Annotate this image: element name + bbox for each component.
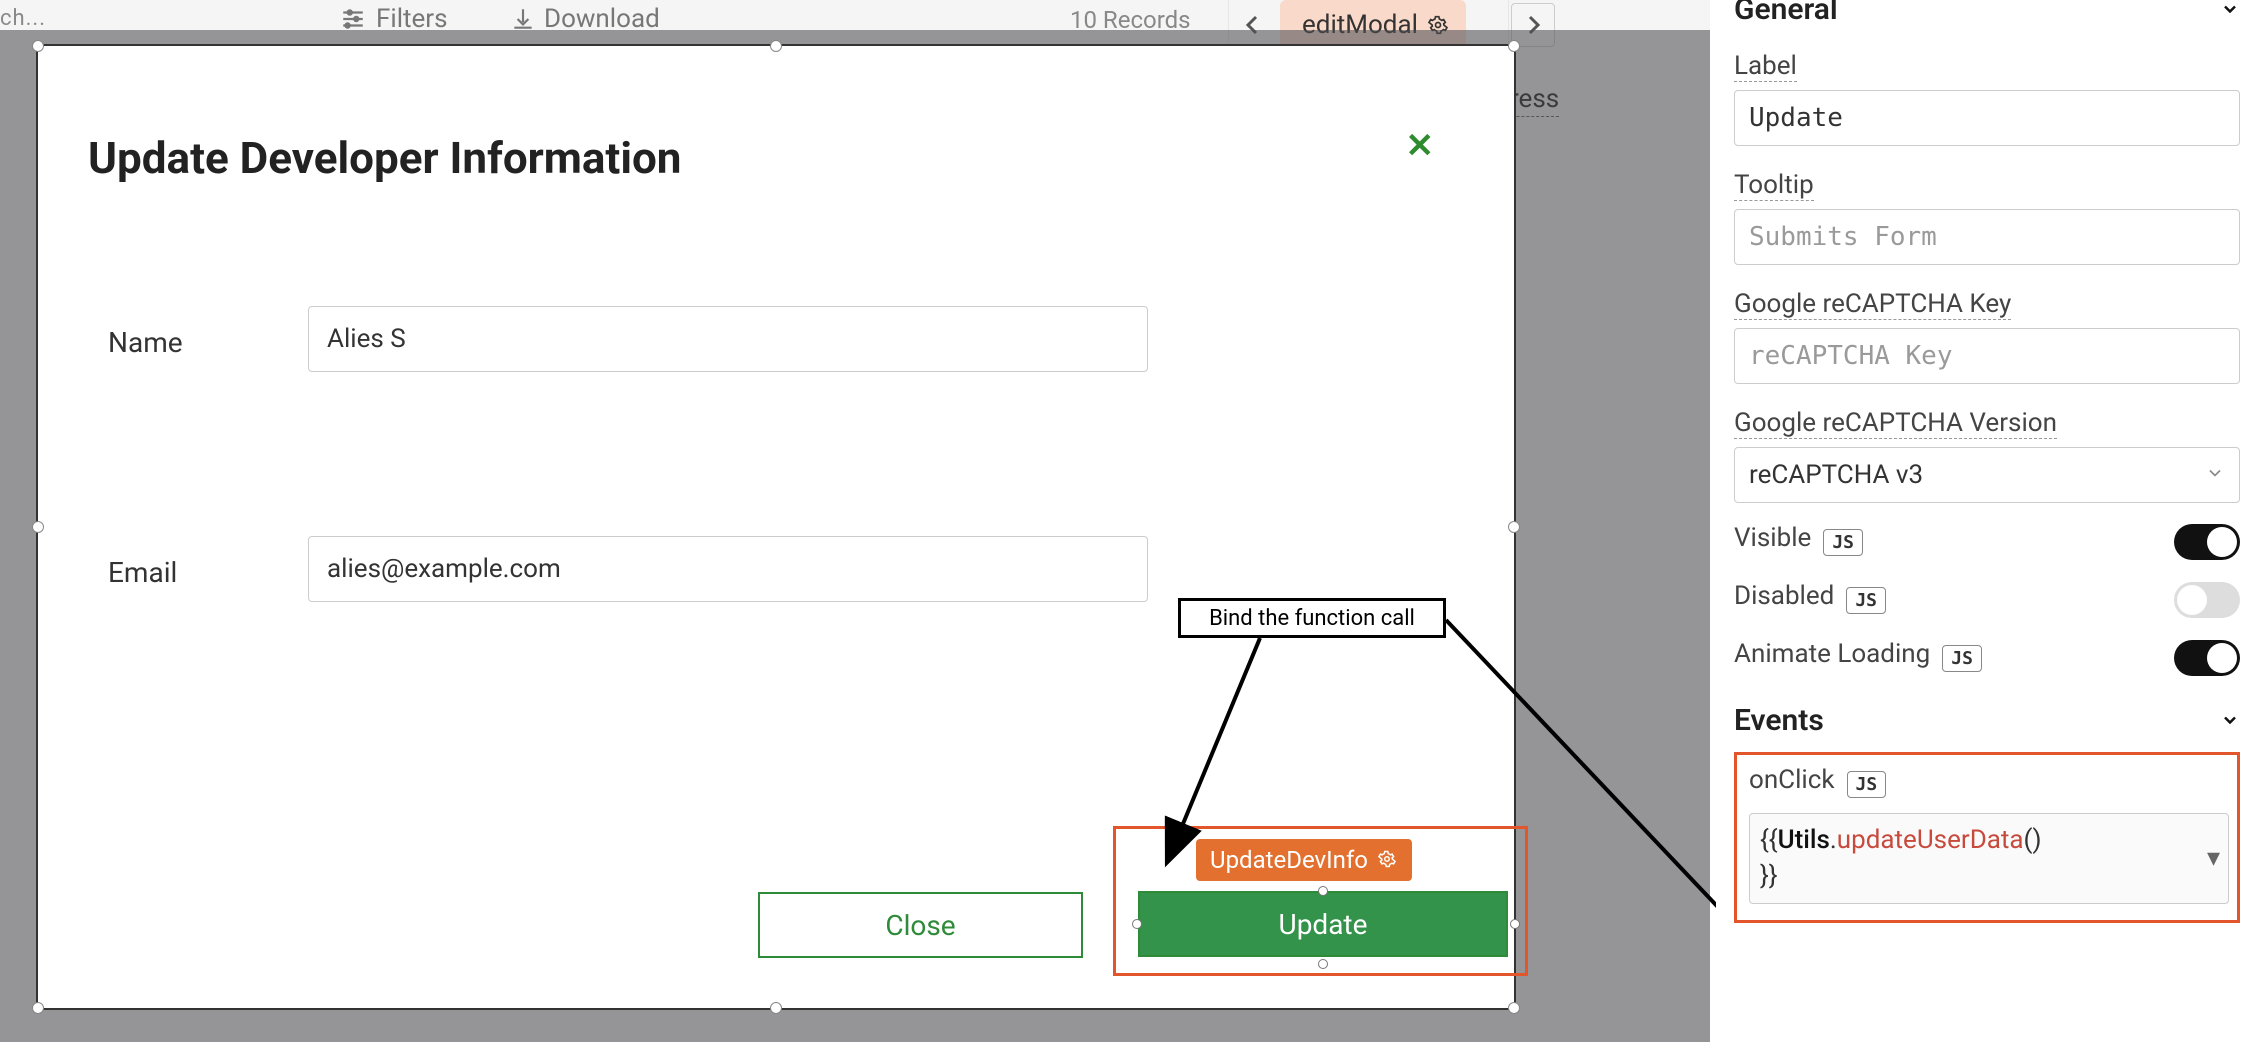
name-label: Name: [108, 326, 258, 359]
prop-visible-row: Visible JS: [1734, 523, 2240, 561]
prop-visible-toggle[interactable]: [2174, 524, 2240, 560]
prop-onclick-label: onClick: [1749, 765, 1835, 795]
chevron-down-icon: [2205, 460, 2225, 490]
prop-recaptcha-version-select[interactable]: reCAPTCHA v3: [1734, 447, 2240, 503]
resize-handle[interactable]: [32, 40, 44, 52]
prop-animate-label: Animate Loading: [1734, 639, 1930, 669]
js-badge[interactable]: JS: [1846, 587, 1886, 614]
close-icon[interactable]: ✕: [1406, 126, 1435, 166]
section-events-header[interactable]: Events: [1734, 703, 2240, 738]
download-icon: [510, 6, 536, 32]
code-open: {{: [1760, 825, 1778, 855]
edit-modal[interactable]: Update Developer Information ✕ Name Emai…: [36, 44, 1516, 1010]
prop-disabled-row: Disabled JS: [1734, 581, 2240, 619]
prop-tooltip-label: Tooltip: [1734, 170, 1814, 201]
resize-handle[interactable]: [1318, 886, 1328, 896]
prop-animate-row: Animate Loading JS: [1734, 639, 2240, 677]
form-row-email: Email: [108, 556, 258, 589]
properties-panel: General Label Tooltip Google reCAPTCHA K…: [1716, 0, 2256, 1042]
code-dot: .: [1830, 825, 1837, 855]
code-obj: Utils: [1778, 825, 1830, 855]
resize-handle[interactable]: [1318, 959, 1328, 969]
chevron-down-icon: [2220, 0, 2240, 27]
js-badge[interactable]: JS: [1847, 771, 1887, 798]
widget-tag-updatedevinfo-label: UpdateDevInfo: [1210, 846, 1368, 874]
annotation-note: Bind the function call: [1178, 598, 1446, 638]
close-button[interactable]: Close: [758, 892, 1083, 958]
resize-handle[interactable]: [1508, 40, 1520, 52]
section-events-label: Events: [1734, 703, 1824, 738]
resize-handle[interactable]: [770, 40, 782, 52]
section-general-header[interactable]: General: [1734, 0, 2240, 27]
prop-onclick-code[interactable]: {{Utils.updateUserData()}} ▾: [1749, 813, 2229, 904]
js-badge[interactable]: JS: [1942, 645, 1982, 672]
resize-handle[interactable]: [1132, 919, 1142, 929]
js-badge[interactable]: JS: [1823, 529, 1863, 556]
email-input[interactable]: [308, 536, 1148, 602]
filters-icon: [340, 6, 366, 32]
events-highlight-box: onClick JS {{Utils.updateUserData()}} ▾: [1734, 752, 2240, 923]
prop-recaptcha-version-value: reCAPTCHA v3: [1749, 460, 1923, 490]
prop-visible-label: Visible: [1734, 523, 1811, 553]
resize-handle[interactable]: [32, 1002, 44, 1014]
chevron-down-icon: [2220, 703, 2240, 738]
code-fn: updateUserData: [1837, 825, 2024, 855]
widget-tag-updatedevinfo[interactable]: UpdateDevInfo: [1196, 839, 1412, 881]
resize-handle[interactable]: [32, 521, 44, 533]
email-label: Email: [108, 556, 258, 589]
prop-tooltip-input[interactable]: [1734, 209, 2240, 265]
gear-icon[interactable]: [1378, 850, 1398, 870]
prop-disabled-label: Disabled: [1734, 581, 1834, 611]
code-paren: (): [2024, 825, 2042, 855]
prop-label-input[interactable]: [1734, 90, 2240, 146]
resize-handle[interactable]: [1510, 919, 1520, 929]
resize-handle[interactable]: [1508, 521, 1520, 533]
section-general-label: General: [1734, 0, 1838, 27]
prop-recaptcha-key-input[interactable]: [1734, 328, 2240, 384]
form-row-name: Name: [108, 326, 258, 359]
update-button[interactable]: Update: [1138, 891, 1508, 957]
resize-handle[interactable]: [770, 1002, 782, 1014]
search-placeholder-fragment: ch...: [0, 6, 46, 31]
prop-animate-toggle[interactable]: [2174, 640, 2240, 676]
prop-disabled-toggle[interactable]: [2174, 582, 2240, 618]
prop-label-label: Label: [1734, 51, 1797, 82]
resize-handle[interactable]: [1508, 1002, 1520, 1014]
modal-title: Update Developer Information: [88, 132, 681, 184]
name-input[interactable]: [308, 306, 1148, 372]
prop-recaptcha-version-label: Google reCAPTCHA Version: [1734, 408, 2057, 439]
update-button-selection: UpdateDevInfo Update: [1113, 826, 1528, 976]
caret-down-icon[interactable]: ▾: [2207, 840, 2220, 876]
prop-recaptcha-key-label: Google reCAPTCHA Key: [1734, 289, 2011, 320]
code-close: }}: [1760, 861, 1778, 891]
